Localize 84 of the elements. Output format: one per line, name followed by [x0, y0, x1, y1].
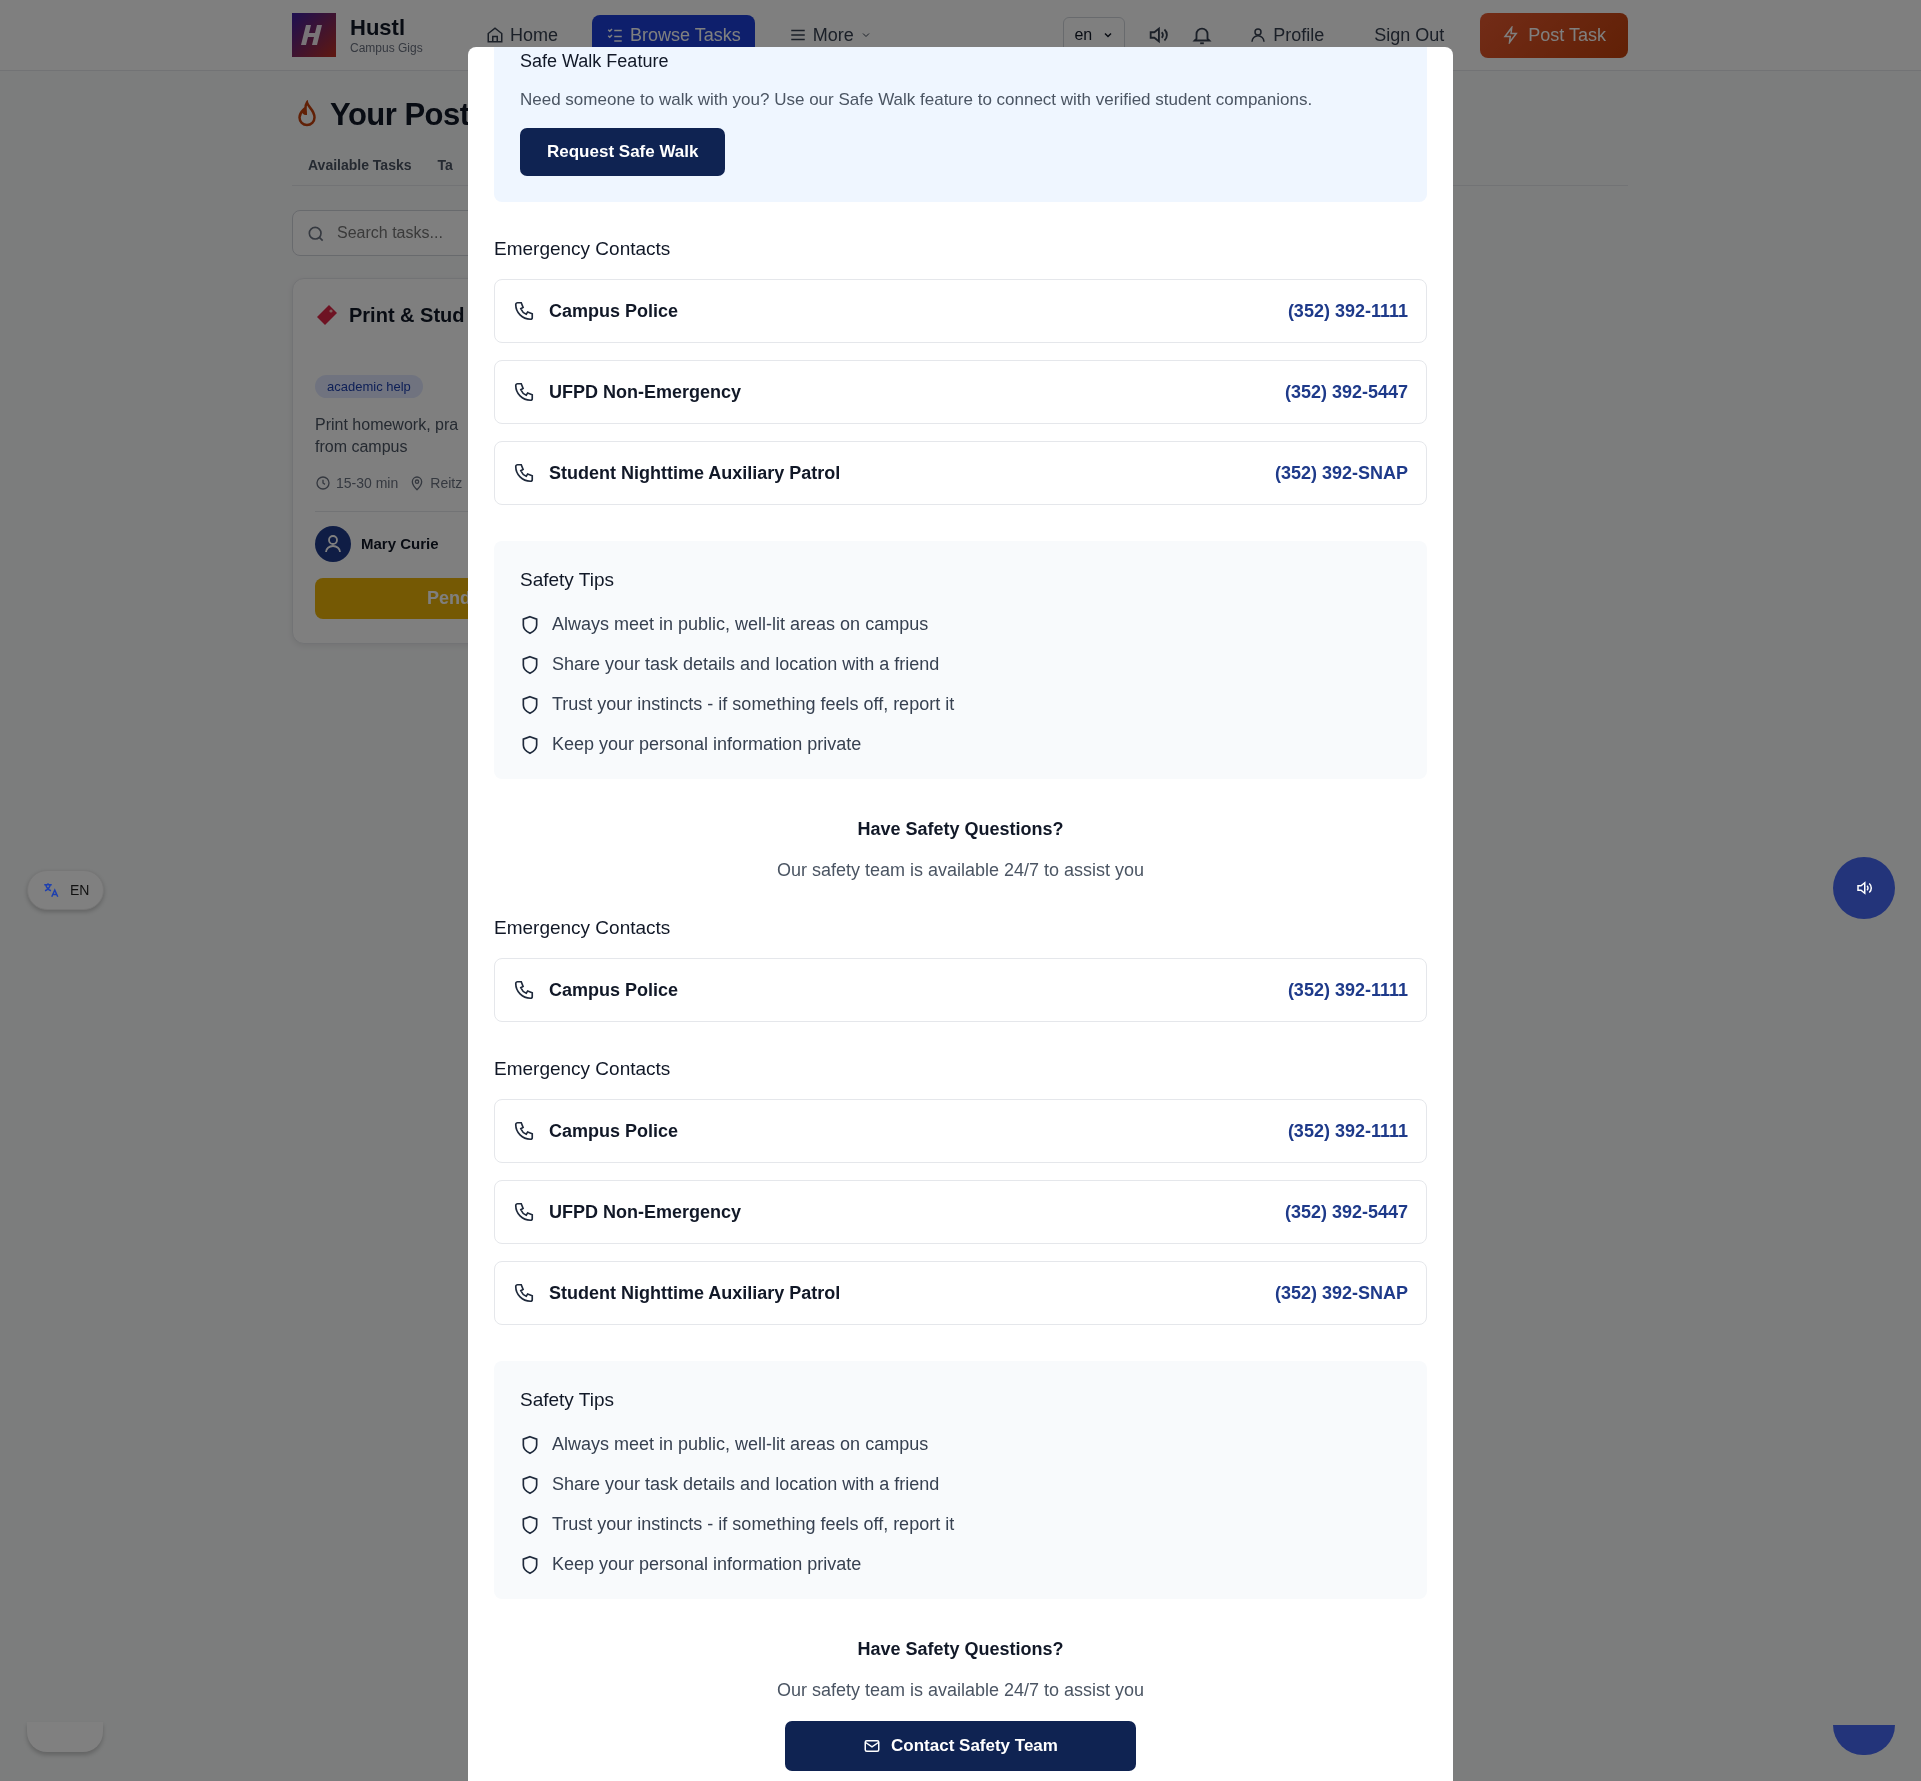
contact-row[interactable]: Campus Police (352) 392-1111 — [494, 279, 1427, 343]
section-title: Emergency Contacts — [494, 1058, 672, 1080]
contact-name: Campus Police — [549, 979, 679, 1001]
phone-icon — [513, 300, 535, 322]
nav-link[interactable]: More — [774, 14, 886, 56]
safe-walk-text: Need someone to walk with you? Use our Safe Walk feature to connect with verified student companions. — [520, 90, 1314, 110]
contact-row[interactable]: Campus Police (352) 392-1111 — [494, 1099, 1427, 1163]
request-safe-walk-button[interactable]: Request Safe Walk — [520, 128, 726, 176]
contact-row[interactable]: UFPD Non-Emergency (352) 392-5447 — [494, 1180, 1427, 1244]
contact-phone: (352) 392-SNAP — [1274, 1282, 1408, 1304]
contact-name: Student Nighttime Auxiliary Patrol — [549, 462, 841, 484]
search-icon — [306, 224, 326, 244]
shield-icon — [520, 654, 540, 675]
contact-row[interactable]: Campus Police (352) 392-1111 — [494, 958, 1427, 1022]
shield-icon — [520, 1474, 540, 1495]
contact-phone: (352) 392-5447 — [1284, 381, 1408, 403]
phone-icon — [513, 979, 535, 1001]
floating-button[interactable] — [1833, 1725, 1895, 1755]
section-title: Emergency Contacts — [494, 238, 672, 260]
section-title: Safety Tips — [520, 569, 615, 591]
translate-icon — [42, 881, 60, 899]
profile-link[interactable]: Profile — [1235, 14, 1339, 56]
shield-icon — [520, 614, 540, 635]
contact-safety-team-button[interactable]: Contact Safety Team — [785, 1721, 1136, 1771]
shield-icon — [520, 1554, 540, 1575]
contact-phone: (352) 392-5447 — [1284, 1201, 1408, 1223]
brand-tagline: Campus Gigs — [350, 41, 423, 55]
contact-phone: (352) 392-SNAP — [1274, 462, 1408, 484]
page-title: Your Post — [330, 97, 470, 133]
section-title: Have Safety Questions? — [857, 1639, 1064, 1660]
section-title: Have Safety Questions? — [857, 819, 1064, 840]
poster-name: Mary Curie — [361, 535, 439, 553]
support-text: Our safety team is available 24/7 to assist you — [776, 1680, 1145, 1701]
tag-icon — [315, 303, 339, 327]
post-task-button[interactable]: Post Task — [1480, 12, 1628, 58]
tip-text: Share your task details and location with a friend — [552, 1474, 940, 1495]
tip-text: Always meet in public, well-lit areas on campus — [552, 1434, 929, 1455]
task-description: Print homework, pra from campus — [315, 415, 459, 458]
contact-name: Campus Police — [549, 1120, 679, 1142]
shield-icon — [520, 1514, 540, 1535]
logo-icon — [292, 13, 336, 57]
language-button[interactable]: EN — [27, 870, 105, 910]
home-icon — [486, 26, 504, 44]
phone-icon — [513, 1282, 535, 1304]
category-tag: academic help — [315, 375, 423, 398]
support-text: Our safety team is available 24/7 to assist you — [776, 860, 1145, 881]
clock-icon — [315, 474, 331, 491]
mail-icon — [863, 1737, 882, 1755]
section-title: Emergency Contacts — [494, 917, 672, 939]
contact-name: Campus Police — [549, 300, 679, 322]
task-location: Reitz — [430, 474, 463, 491]
avatar-icon — [315, 525, 351, 562]
section-title: Safety Tips — [520, 1389, 615, 1411]
phone-icon — [513, 462, 535, 484]
shield-icon — [520, 1434, 540, 1455]
contact-phone: (352) 392-1111 — [1287, 1120, 1408, 1142]
tab[interactable]: Available Tasks — [308, 157, 412, 173]
contact-name: Student Nighttime Auxiliary Patrol — [549, 1282, 841, 1304]
tab[interactable]: Ta — [437, 157, 453, 173]
task-title: Print & Stud — [349, 303, 465, 327]
tip-text: Keep your personal information private — [552, 1554, 862, 1575]
contact-phone: (352) 392-1111 — [1287, 979, 1408, 1001]
phone-icon — [513, 381, 535, 403]
tip-text: Always meet in public, well-lit areas on campus — [552, 614, 929, 635]
speaker-icon[interactable] — [1147, 24, 1170, 46]
tip-text: Trust your instincts - if something feels off, report it — [552, 1514, 955, 1535]
tip-text: Share your task details and location with a friend — [552, 654, 940, 675]
contact-row[interactable]: Student Nighttime Auxiliary Patrol (352) 392-SNAP — [494, 441, 1427, 505]
contact-row[interactable]: UFPD Non-Emergency (352) 392-5447 — [494, 360, 1427, 424]
contact-phone: (352) 392-1111 — [1287, 300, 1408, 322]
checklist-icon — [606, 26, 624, 44]
tip-text: Trust your instincts - if something feels off, report it — [552, 694, 955, 715]
shield-icon — [520, 734, 540, 755]
shield-icon — [520, 694, 540, 715]
contact-name: UFPD Non-Emergency — [549, 1201, 742, 1223]
user-icon — [1249, 26, 1268, 44]
phone-icon — [513, 1120, 535, 1142]
contact-name: UFPD Non-Emergency — [549, 381, 742, 403]
brand-name: Hustl — [350, 15, 406, 41]
task-duration: 15-30 min — [336, 474, 399, 491]
speaker-icon — [1855, 879, 1873, 897]
tip-text: Keep your personal information private — [552, 734, 862, 755]
phone-icon — [513, 1201, 535, 1223]
contact-row[interactable]: Student Nighttime Auxiliary Patrol (352) 392-SNAP — [494, 1261, 1427, 1325]
